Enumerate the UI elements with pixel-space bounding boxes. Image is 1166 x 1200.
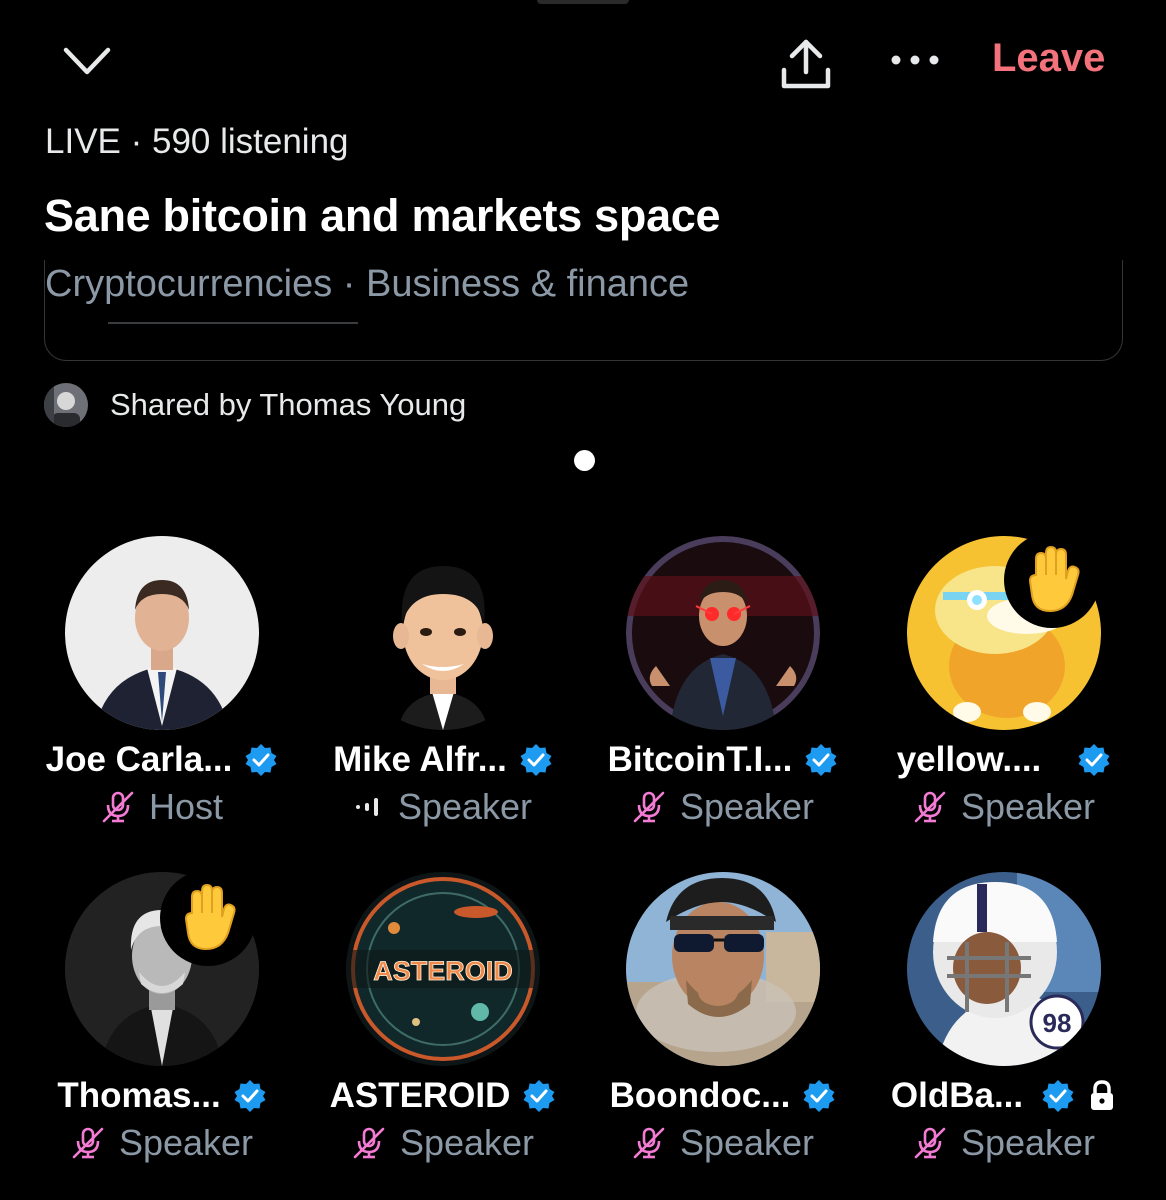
sheet-grabber[interactable] [537,0,629,4]
participant-role-row: Speaker [303,1122,583,1164]
participant-role: Speaker [397,786,533,827]
participant-name: ASTEROID [329,1076,511,1115]
verified-badge-icon [245,744,277,776]
mic-muted-icon [914,791,946,823]
participant-name-row: yellow.... [864,740,1144,780]
top-bar: Leave [0,30,1166,100]
participant-role-row: Speaker [864,786,1144,828]
participant-role: Speaker [960,786,1096,827]
participant-name: BitcoinT.I... [607,740,793,779]
participant-name: Boondoc... [609,1076,791,1115]
shared-by-label: Shared by Thomas Young [110,387,467,422]
participant-item[interactable]: yellow.... Speaker [864,532,1144,836]
participant-item[interactable]: ASTEROID ASTEROID Speaker [303,872,583,1172]
space-title: Sane bitcoin and markets space [44,190,721,241]
participant-name-row: ASTEROID [303,1076,583,1116]
avatar [626,872,820,1066]
spaces-sheet: Leave LIVE · 590 listening Sane bitcoin … [0,0,1166,1200]
participant-role: Speaker [679,1122,815,1163]
participant-name: Mike Alfr... [333,740,507,779]
chevron-down-icon[interactable] [62,42,112,82]
svg-text:98: 98 [1043,1008,1072,1038]
sound-wave-icon [355,798,378,816]
verified-badge-icon [523,1080,555,1112]
leave-button[interactable]: Leave [992,36,1105,81]
participant-item[interactable]: BitcoinT.I... Speaker [583,536,863,836]
participant-role: Speaker [679,786,815,827]
participant-name: Thomas... [57,1076,221,1115]
mic-muted-icon [633,1127,665,1159]
space-card-border [44,260,1123,361]
verified-badge-icon [234,1080,266,1112]
raised-hand-icon [1004,532,1100,628]
shared-by-row[interactable]: Shared by Thomas Young [44,380,466,430]
participant-role-row: Speaker [303,786,583,828]
participant-name-row: Joe Carla... [22,740,302,780]
participant-role-row: Speaker [864,1122,1144,1164]
avatar [626,536,820,730]
avatar [65,536,259,730]
avatar: ASTEROID [346,872,540,1066]
share-upload-icon[interactable] [776,36,836,92]
participant-name: OldBa... [890,1076,1024,1115]
avatar [44,383,88,427]
verified-badge-icon [1042,1080,1074,1112]
participant-name-row: Thomas... [22,1076,302,1116]
participant-role: Speaker [118,1122,254,1163]
participant-name-row: Mike Alfr... [303,740,583,780]
participant-name: Joe Carla... [45,740,233,779]
card-divider [108,322,358,324]
participant-role: Host [148,786,224,827]
mic-muted-icon [353,1127,385,1159]
participant-item[interactable]: Boondoc... Speaker [583,872,863,1172]
participant-name-row: OldBa... [864,1076,1144,1116]
more-dots-icon[interactable] [886,40,946,80]
mic-muted-icon [633,791,665,823]
asteroid-logo-text: ASTEROID [373,956,513,986]
verified-badge-icon [1078,744,1110,776]
participant-name-row: Boondoc... [583,1076,863,1116]
page-indicator-dot [574,450,595,471]
participant-name-row: BitcoinT.I... [583,740,863,780]
avatar: 98 [907,872,1101,1066]
participant-item[interactable]: Mike Alfr... Speaker [303,536,583,836]
mic-muted-icon [914,1127,946,1159]
raised-hand-icon [160,870,256,966]
participant-item[interactable]: 98 OldBa... Speaker [864,872,1144,1172]
participant-role-row: Speaker [583,1122,863,1164]
participant-item[interactable]: Joe Carla... Host [22,536,302,836]
mic-muted-icon [102,791,134,823]
live-status: LIVE · 590 listening [45,122,349,161]
participant-name: yellow.... [896,740,1042,779]
verified-badge-icon [803,1080,835,1112]
verified-badge-icon [520,744,552,776]
verified-badge-icon [805,744,837,776]
participant-item[interactable]: Thomas... Speaker [22,870,302,1172]
participant-role: Speaker [399,1122,535,1163]
lock-icon [1091,1080,1114,1110]
participant-role-row: Host [22,786,302,828]
mic-muted-icon [72,1127,104,1159]
avatar [346,536,540,730]
participant-role-row: Speaker [22,1122,302,1164]
participant-role: Speaker [960,1122,1096,1163]
participant-role-row: Speaker [583,786,863,828]
